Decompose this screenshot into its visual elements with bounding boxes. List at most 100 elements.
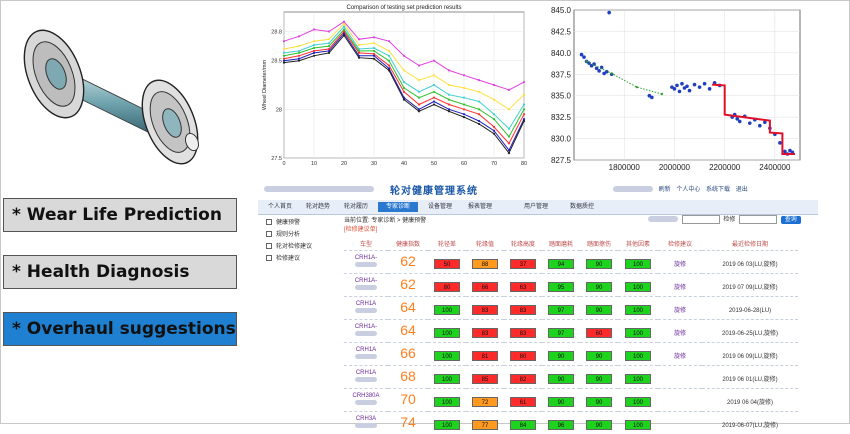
redacted-text <box>355 308 377 313</box>
metric-badge: 96 <box>548 420 574 430</box>
data-point <box>283 62 285 64</box>
cell-model: CRH1A <box>344 366 388 389</box>
cell-metric: 90 <box>542 389 580 412</box>
data-point <box>283 58 285 60</box>
data-point <box>283 55 285 57</box>
cell-metric: 100 <box>428 412 466 434</box>
x-tick-label: 70 <box>491 161 497 167</box>
model-name[interactable]: CRH3A <box>356 416 376 422</box>
header-link-profile[interactable]: 个人中心 <box>676 187 700 193</box>
metric-badge: 90 <box>586 374 612 384</box>
tab-data-qc[interactable]: 数据质控 <box>564 202 600 212</box>
model-name[interactable]: CRH1A <box>356 301 376 307</box>
metric-badge: 90 <box>548 374 574 384</box>
data-point <box>298 55 300 57</box>
col-header: 轮径差 <box>428 236 466 251</box>
header-link-logout[interactable]: 退出 <box>736 187 748 193</box>
cell-metric: 97 <box>542 320 580 343</box>
cell-metric: 100 <box>618 297 658 320</box>
tab-personal-home[interactable]: 个人首页 <box>262 202 298 212</box>
model-name[interactable]: CRH1A- <box>355 324 377 330</box>
x-tick-label: 60 <box>461 161 467 167</box>
data-point <box>493 126 495 128</box>
redacted-text <box>355 331 377 336</box>
metric-badge: 100 <box>625 397 651 407</box>
data-point <box>463 87 465 89</box>
data-point <box>373 47 375 49</box>
metric-badge: 100 <box>625 328 651 338</box>
data-point <box>313 44 315 46</box>
cell-metric: 60 <box>580 320 618 343</box>
y-axis-label: Wheel Diameter/mm <box>262 60 268 111</box>
metric-badge: 81 <box>472 351 498 361</box>
metric-badge: 90 <box>586 282 612 292</box>
data-point <box>403 69 405 71</box>
sidebar-item-wheel-repair-advice[interactable]: 轮对检修建议 <box>266 241 312 250</box>
filter-select-2[interactable] <box>739 215 777 224</box>
sidebar-item-repair-advice[interactable]: 检修建议 <box>266 253 300 262</box>
cell-metric: 77 <box>466 412 504 434</box>
advice-link[interactable]: 旋修 <box>674 331 686 337</box>
cell-metric: 90 <box>580 251 618 274</box>
metric-badge: 100 <box>625 282 651 292</box>
data-point <box>493 99 495 101</box>
data-point <box>478 108 480 110</box>
model-name[interactable]: CRH1A- <box>355 255 377 261</box>
redacted-text <box>355 285 377 290</box>
table-row: CRH1A-6410083839760100旋修2019-06-25(LU,旋修… <box>344 320 798 343</box>
data-point <box>493 133 495 135</box>
filter-label: 检修 <box>723 217 735 223</box>
data-point <box>328 42 330 44</box>
data-point <box>433 103 435 105</box>
data-point <box>298 58 300 60</box>
model-name[interactable]: CRH1A <box>356 347 376 353</box>
data-point <box>343 26 345 28</box>
cell-metric: 96 <box>542 412 580 434</box>
header-link-download[interactable]: 系统下载 <box>706 187 730 193</box>
cell-date: 2019-06-25(LU,旋修) <box>702 320 798 343</box>
sidebar-item-rule-analysis[interactable]: 规则分析 <box>266 229 300 238</box>
cell-score: 62 <box>388 251 428 274</box>
data-point <box>283 40 285 42</box>
query-button[interactable]: 查询 <box>781 216 801 224</box>
tab-users[interactable]: 用户管理 <box>518 202 554 212</box>
y-tick-label: 27.5 <box>271 156 282 162</box>
tab-reports[interactable]: 报表管理 <box>462 202 498 212</box>
metric-badge: 97 <box>548 328 574 338</box>
tab-wheel-trend[interactable]: 轮对趋势 <box>300 202 336 212</box>
tab-wheel-history[interactable]: 轮对履历 <box>338 202 374 212</box>
filter-select-1[interactable] <box>682 215 720 224</box>
tab-equipment[interactable]: 设备管理 <box>422 202 458 212</box>
data-point <box>778 141 782 145</box>
data-point <box>313 50 315 52</box>
header-link-refresh[interactable]: 刷新 <box>659 187 671 193</box>
data-point <box>493 118 495 120</box>
data-point <box>373 50 375 52</box>
y-tick-label: 827.5 <box>551 156 572 165</box>
last-repair-date: 2019-06-28(LU) <box>729 308 771 314</box>
last-repair-date: 2019 07 09(LU,旋修) <box>722 285 777 291</box>
model-name[interactable]: CRH1A- <box>355 278 377 284</box>
tab-expert-diagnosis[interactable]: 专家诊断 <box>378 202 418 212</box>
advice-link[interactable]: 旋修 <box>674 308 686 314</box>
cell-metric: 100 <box>618 251 658 274</box>
model-name[interactable]: CRH380A <box>352 393 379 399</box>
data-point <box>298 60 300 62</box>
cell-metric: 83 <box>504 320 542 343</box>
x-tick-label: 10 <box>311 161 317 167</box>
grid-icon <box>266 231 272 237</box>
data-point <box>433 74 435 76</box>
cell-model: CRH1A <box>344 297 388 320</box>
sidebar-item-health-warning[interactable]: 健康预警 <box>266 217 300 226</box>
data-point <box>493 84 495 86</box>
advice-link[interactable]: 旋修 <box>674 262 686 268</box>
advice-link[interactable]: 旋修 <box>674 354 686 360</box>
data-point <box>463 116 465 118</box>
feature-health-diagnosis: * Health Diagnosis <box>3 255 237 289</box>
advice-link[interactable]: 旋修 <box>674 285 686 291</box>
table-row: CRH1A6610081809090100旋修2019 06 09(LU,旋修) <box>344 343 798 366</box>
cell-model: CRH1A- <box>344 274 388 297</box>
data-point <box>493 113 495 115</box>
model-name[interactable]: CRH1A <box>356 370 376 376</box>
cell-metric: 90 <box>580 274 618 297</box>
